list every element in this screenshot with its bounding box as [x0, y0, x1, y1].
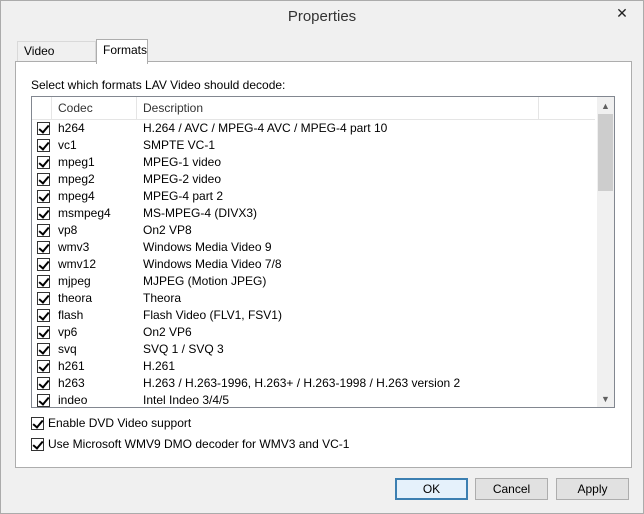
- list-item[interactable]: wmv3 Windows Media Video 9: [32, 239, 595, 256]
- tab-formats[interactable]: Formats: [96, 39, 148, 64]
- row-description: MJPEG (Motion JPEG): [143, 274, 267, 288]
- list-item[interactable]: svq SVQ 1 / SVQ 3: [32, 341, 595, 358]
- row-description: Windows Media Video 7/8: [143, 257, 282, 271]
- row-checkbox[interactable]: [37, 173, 50, 186]
- row-description: MPEG-2 video: [143, 172, 222, 186]
- formats-list[interactable]: Codec Description h264 H.264 / AVC / MPEG…: [31, 96, 615, 408]
- cancel-button[interactable]: Cancel: [475, 478, 548, 500]
- properties-window: Properties ✕ Video Settings Formats Sele…: [0, 0, 644, 514]
- list-item[interactable]: mpeg1 MPEG-1 video: [32, 154, 595, 171]
- row-description: MS-MPEG-4 (DIVX3): [143, 206, 258, 220]
- list-item[interactable]: h264 H.264 / AVC / MPEG-4 AVC / MPEG-4 pa…: [32, 120, 595, 137]
- row-description: MPEG-1 video: [143, 155, 222, 169]
- list-item[interactable]: vp8 On2 VP8: [32, 222, 595, 239]
- list-item[interactable]: wmv12 Windows Media Video 7/8: [32, 256, 595, 273]
- list-item[interactable]: vc1 SMPTE VC-1: [32, 137, 595, 154]
- row-codec: h261: [58, 359, 85, 373]
- list-item[interactable]: theora Theora: [32, 290, 595, 307]
- header-filler: [539, 97, 595, 119]
- list-item[interactable]: msmpeg4 MS-MPEG-4 (DIVX3): [32, 205, 595, 222]
- row-checkbox[interactable]: [37, 394, 50, 407]
- row-checkbox[interactable]: [37, 275, 50, 288]
- row-checkbox[interactable]: [37, 292, 50, 305]
- row-description: SMPTE VC-1: [143, 138, 216, 152]
- row-checkbox[interactable]: [37, 343, 50, 356]
- row-checkbox[interactable]: [37, 241, 50, 254]
- row-codec: mpeg2: [58, 172, 95, 186]
- row-codec: vp8: [58, 223, 78, 237]
- row-checkbox[interactable]: [37, 190, 50, 203]
- row-checkbox[interactable]: [37, 207, 50, 220]
- wmv9-label: Use Microsoft WMV9 DMO decoder for WMV3 …: [48, 437, 350, 451]
- dvd-option[interactable]: Enable DVD Video support: [31, 415, 191, 431]
- row-description: On2 VP6: [143, 325, 192, 339]
- list-item[interactable]: flash Flash Video (FLV1, FSV1): [32, 307, 595, 324]
- header-description[interactable]: Description: [137, 97, 539, 119]
- dvd-label: Enable DVD Video support: [48, 416, 192, 430]
- list-rows: h264 H.264 / AVC / MPEG-4 AVC / MPEG-4 pa…: [32, 120, 595, 407]
- row-codec: mpeg1: [58, 155, 95, 169]
- row-description: SVQ 1 / SVQ 3: [143, 342, 224, 356]
- row-description: MPEG-4 part 2: [143, 189, 224, 203]
- dvd-checkbox[interactable]: [31, 416, 44, 430]
- row-description: Windows Media Video 9: [143, 240, 272, 254]
- row-checkbox[interactable]: [37, 224, 50, 237]
- header-codec[interactable]: Codec: [52, 97, 137, 119]
- row-checkbox[interactable]: [37, 258, 50, 271]
- row-checkbox[interactable]: [37, 139, 50, 152]
- list-item[interactable]: mpeg4 MPEG-4 part 2: [32, 188, 595, 205]
- list-item[interactable]: vp6 On2 VP6: [32, 324, 595, 341]
- title-bar[interactable]: Properties ✕: [1, 1, 643, 32]
- row-description: H.263 / H.263-1996, H.263+ / H.263-1998 …: [143, 376, 461, 390]
- row-codec: vp6: [58, 325, 78, 339]
- row-checkbox[interactable]: [37, 309, 50, 322]
- row-codec: svq: [58, 342, 77, 356]
- header-check-column[interactable]: [32, 97, 52, 119]
- formats-panel: Select which formats LAV Video should de…: [15, 61, 632, 468]
- row-checkbox[interactable]: [37, 360, 50, 373]
- row-codec: indeo: [58, 393, 88, 407]
- list-item[interactable]: h261 H.261: [32, 358, 595, 375]
- row-description: Theora: [143, 291, 182, 305]
- row-codec: h264: [58, 121, 85, 135]
- row-codec: msmpeg4: [58, 206, 111, 220]
- row-codec: h263: [58, 376, 85, 390]
- row-codec: vc1: [58, 138, 77, 152]
- row-checkbox[interactable]: [37, 326, 50, 339]
- wmv9-checkbox[interactable]: [31, 437, 44, 451]
- wmv9-option[interactable]: Use Microsoft WMV9 DMO decoder for WMV3 …: [31, 436, 349, 452]
- row-description: H.261: [143, 359, 176, 373]
- row-description: H.264 / AVC / MPEG-4 AVC / MPEG-4 part 1…: [143, 121, 388, 135]
- row-codec: mjpeg: [58, 274, 91, 288]
- row-codec: mpeg4: [58, 189, 95, 203]
- row-codec: wmv12: [58, 257, 97, 271]
- window-title: Properties: [287, 8, 357, 25]
- row-checkbox[interactable]: [37, 122, 50, 135]
- row-description: Flash Video (FLV1, FSV1): [143, 308, 282, 322]
- list-item[interactable]: indeo Intel Indeo 3/4/5: [32, 392, 595, 407]
- list-item[interactable]: mjpeg MJPEG (Motion JPEG): [32, 273, 595, 290]
- section-label: Select which formats LAV Video should de…: [31, 78, 286, 92]
- close-icon[interactable]: ✕: [609, 3, 635, 23]
- row-codec: flash: [58, 308, 84, 322]
- list-item[interactable]: mpeg2 MPEG-2 video: [32, 171, 595, 188]
- row-description: On2 VP8: [143, 223, 192, 237]
- row-codec: wmv3: [58, 240, 90, 254]
- ok-button[interactable]: OK: [395, 478, 468, 500]
- scroll-up-icon[interactable]: ▲: [597, 97, 614, 114]
- scroll-thumb[interactable]: [598, 114, 613, 191]
- vertical-scrollbar[interactable]: ▲ ▼: [597, 97, 614, 407]
- row-checkbox[interactable]: [37, 156, 50, 169]
- scroll-down-icon[interactable]: ▼: [597, 390, 614, 407]
- row-description: Intel Indeo 3/4/5: [143, 393, 230, 407]
- tab-video-settings[interactable]: Video Settings: [17, 41, 96, 77]
- row-codec: theora: [58, 291, 93, 305]
- apply-button[interactable]: Apply: [556, 478, 629, 500]
- row-checkbox[interactable]: [37, 377, 50, 390]
- list-item[interactable]: h263 H.263 / H.263-1996, H.263+ / H.263-1…: [32, 375, 595, 392]
- list-header: Codec Description: [32, 97, 595, 120]
